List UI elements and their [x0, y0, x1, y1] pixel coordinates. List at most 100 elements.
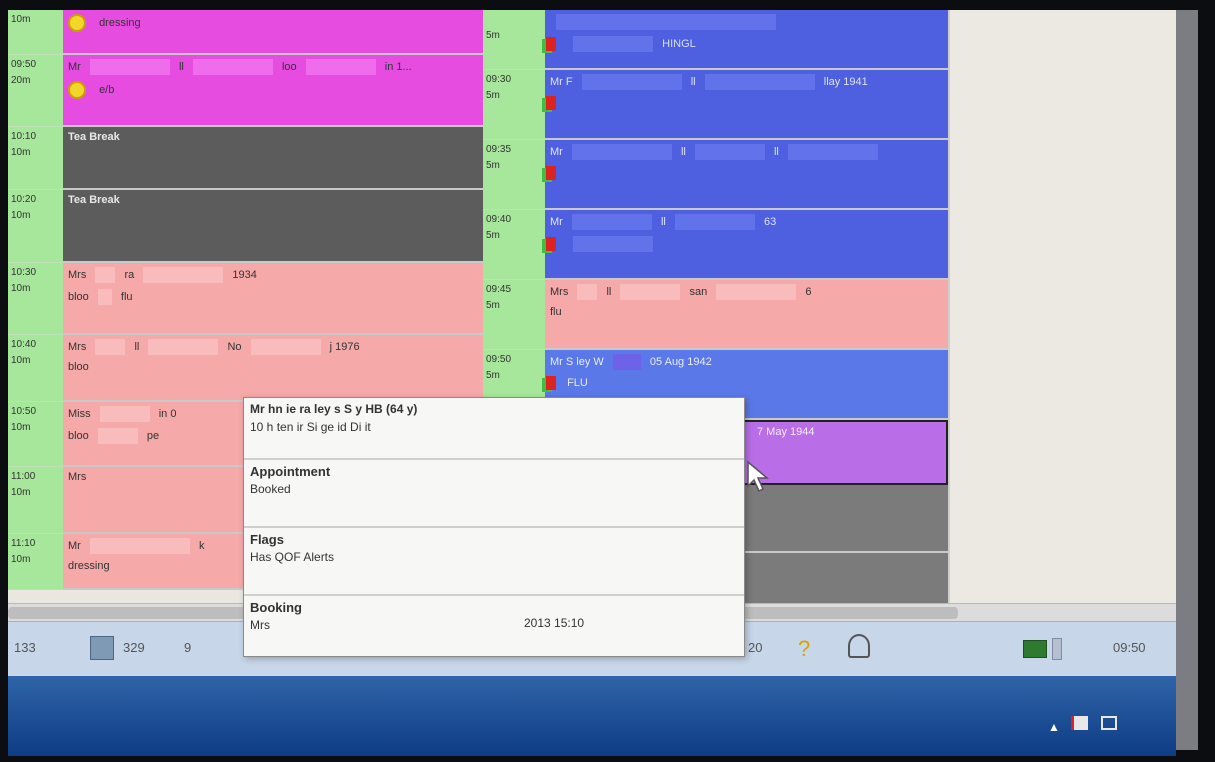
time-duration: 10m — [11, 554, 31, 565]
appointment-heading: Appointment — [250, 464, 331, 479]
door-icon — [546, 376, 556, 390]
time-label: 09:40 — [486, 214, 512, 225]
appointment-line-1: Mr ll loo in 1... — [63, 55, 483, 77]
time-duration: 5m — [486, 230, 500, 241]
appointment-line-2: FLU — [545, 372, 948, 394]
appointment-slot[interactable]: Mr ll loo in 1... e/b — [63, 55, 483, 127]
time-cell: 09:30 5m — [483, 70, 545, 140]
appointment-line-1: Mrs ll No j 1976 — [63, 335, 483, 357]
appointment-slot[interactable]: Tea Break — [63, 127, 483, 190]
network-icon[interactable] — [1101, 716, 1117, 730]
time-cell: 11:10 10m — [8, 534, 63, 590]
redacted-block — [250, 339, 321, 355]
calculator-icon[interactable] — [90, 636, 114, 660]
time-label: 10:10 — [11, 131, 37, 142]
appointment-reason: e/b — [99, 83, 115, 96]
patient-title: Mrs — [550, 285, 569, 298]
redacted-block — [573, 236, 654, 252]
patient-text: in 1... — [384, 60, 412, 73]
patient-text: 63 — [763, 215, 777, 228]
tooltip-appointment-section: Appointment Booked — [244, 460, 744, 528]
time-label: 09:50 — [486, 354, 512, 365]
monitor-icon[interactable] — [1023, 640, 1047, 658]
appointment-status: Booked — [250, 482, 291, 496]
help-icon[interactable]: ? — [798, 636, 810, 662]
appointment-slot[interactable]: Mrs ra 1934 bloo flu — [63, 263, 483, 335]
patient-text: 05 Aug 1942 — [649, 355, 712, 368]
action-center-flag-icon[interactable] — [1071, 716, 1088, 730]
appointment-slot[interactable]: HINGL — [545, 10, 948, 70]
redacted-block — [99, 406, 150, 422]
time-cell: 11:00 10m — [8, 467, 63, 534]
time-cell: 10:20 10m — [8, 190, 63, 263]
appointment-text: Tea Break — [68, 131, 120, 143]
tooltip-flags-section: Flags Has QOF Alerts — [244, 528, 744, 596]
vertical-scrollbar[interactable] — [1176, 10, 1198, 750]
patient-title: Mrs — [68, 471, 87, 483]
time-duration: 10m — [11, 355, 31, 366]
show-hidden-icons-icon[interactable]: ▲ — [1048, 720, 1060, 734]
time-cell: 10:40 10m — [8, 335, 63, 402]
server-icon[interactable] — [1052, 638, 1062, 660]
time-label: 10:40 — [11, 339, 37, 350]
patient-text: in 0 — [158, 407, 177, 420]
appointment-reason: FLU — [567, 376, 588, 389]
appointment-line-1: Mr ll 63 — [545, 210, 948, 232]
time-cell: 09:40 5m — [483, 210, 545, 280]
redacted-block — [787, 144, 878, 160]
time-duration: 10m — [11, 147, 31, 158]
time-label: 10:20 — [11, 194, 37, 205]
time-cell: 10:30 10m — [8, 263, 63, 335]
clock-icon — [68, 14, 86, 32]
patient-text: ley W — [576, 355, 604, 368]
door-icon — [546, 237, 556, 251]
time-cell: 5m — [483, 10, 545, 70]
patient-title: Mr F — [550, 75, 573, 88]
redacted-block — [704, 74, 815, 90]
appointment-line-1: dressing — [63, 10, 483, 32]
right-time-column: 5m 09:30 5m 09:35 5m 09:40 5m 09:45 5m 0… — [483, 10, 545, 420]
appointment-slot[interactable]: Mr F ll llay 1941 — [545, 70, 948, 140]
appointment-line-1: Tea Break — [63, 127, 483, 149]
appointment-slot[interactable]: dressing — [63, 10, 483, 55]
appointment-line-2: HINGL — [545, 32, 948, 54]
time-label: 09:30 — [486, 74, 512, 85]
patient-title: Mr — [68, 539, 81, 552]
appointment-slot[interactable]: Mrs ll No j 1976 bloo — [63, 335, 483, 402]
appointment-line-2: e/b — [63, 77, 483, 99]
appointment-slot[interactable]: Mrs ll san 6 flu — [545, 280, 948, 350]
appointment-slot[interactable]: Mr ll ll — [545, 140, 948, 210]
redacted-block — [95, 267, 116, 283]
appointment-line-2: bloo — [63, 357, 483, 379]
appointment-line-2 — [545, 232, 948, 254]
time-cell: 10:50 10m — [8, 402, 63, 467]
patient-title: Mr — [550, 215, 563, 228]
redacted-block — [716, 284, 797, 300]
time-cell: 10:10 10m — [8, 127, 63, 190]
door-icon — [546, 166, 556, 180]
appointment-slot[interactable]: Tea Break — [63, 190, 483, 263]
patient-tooltip: Mr hn ie ra ley s S y HB (64 y) 10 h ten… — [243, 397, 745, 657]
redacted-block — [556, 14, 776, 30]
patient-text: loo — [281, 60, 297, 73]
time-duration: 20m — [11, 75, 31, 86]
redacted-block — [305, 59, 376, 75]
patient-text: j 1976 — [329, 340, 360, 353]
appointment-reason: flu — [120, 290, 133, 303]
redacted-block — [89, 59, 170, 75]
time-label: 09:45 — [486, 284, 512, 295]
booking-by: Mrs — [250, 618, 270, 632]
appointment-slot[interactable]: Mr ll 63 — [545, 210, 948, 280]
appointment-line-2: flu — [545, 302, 948, 324]
appointment-reason: HINGL — [662, 37, 696, 50]
patient-text: 1934 — [232, 268, 257, 281]
user-icon[interactable] — [848, 634, 870, 658]
time-duration: 10m — [11, 422, 31, 433]
time-label: 11:10 — [11, 538, 36, 549]
appointment-line-2 — [545, 162, 948, 184]
booking-heading: Booking — [250, 600, 302, 615]
patient-title: Mr S — [550, 355, 574, 368]
patient-text: 7 May 1944 — [757, 426, 815, 438]
status-count: 20 — [748, 640, 763, 655]
patient-text: ll — [773, 145, 779, 158]
